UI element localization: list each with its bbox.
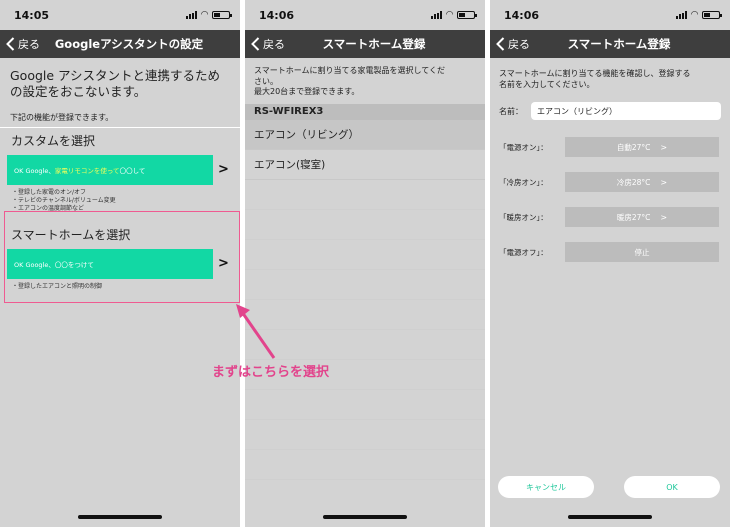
action-row-power-on: 「電源オン」： 自動27°C >	[490, 137, 730, 157]
chevron-right-icon: >	[660, 177, 668, 187]
back-label: 戻る	[263, 38, 285, 51]
back-button[interactable]: 戻る	[6, 30, 40, 58]
note-text: 下記の機能が登録できます。	[0, 100, 240, 128]
battery-icon	[212, 11, 232, 19]
status-time: 14:06	[504, 8, 540, 22]
home-indicator	[78, 515, 162, 519]
name-input[interactable]	[531, 102, 721, 120]
wifi-icon: ◠	[691, 10, 698, 20]
battery-icon	[702, 11, 722, 19]
status-time: 14:05	[14, 8, 50, 22]
action-label: 「暖房オン」：	[499, 213, 548, 222]
home-indicator	[323, 515, 407, 519]
action-label: 「冷房オン」：	[499, 178, 548, 187]
page-title: スマートホーム登録	[322, 37, 426, 51]
wifi-icon: ◠	[201, 10, 208, 20]
back-button[interactable]: 戻る	[251, 30, 285, 58]
action-label: 「電源オフ」：	[499, 248, 548, 257]
status-bar: 14:06 ◠	[490, 0, 730, 30]
home-indicator	[568, 515, 652, 519]
status-bar: 14:06 ◠	[245, 0, 485, 30]
custom-section-title: カスタムを選択	[11, 134, 96, 148]
action-label: 「電源オン」：	[499, 143, 548, 152]
smarthome-register-screen: 14:06 ◠ 戻る スマートホーム登録 スマートホームに割り当てる機能を確認し…	[490, 0, 730, 527]
action-select-button[interactable]: 冷房28°C >	[565, 172, 719, 192]
empty-row	[245, 210, 485, 240]
chevron-left-icon	[6, 37, 15, 51]
status-time: 14:06	[259, 8, 295, 22]
list-item: ・テレビのチャンネル/ボリューム変更	[12, 197, 116, 204]
custom-select-button[interactable]: OK Google、 家電リモコンを使って 〇〇して >	[7, 155, 240, 185]
cancel-button[interactable]: キャンセル	[498, 476, 594, 498]
chevron-left-icon	[496, 37, 505, 51]
list-item[interactable]: エアコン（リビング）	[245, 119, 485, 150]
highlight-frame	[4, 211, 240, 303]
empty-row	[245, 450, 485, 480]
signal-icon	[431, 11, 443, 19]
custom-feature-list: ・登録した家電のオン/オフ ・テレビのチャンネル/ボリューム変更 ・エアコンの温…	[0, 185, 240, 213]
empty-row	[245, 240, 485, 270]
wifi-icon: ◠	[446, 10, 453, 20]
action-select-button[interactable]: 停止	[565, 242, 719, 262]
signal-icon	[186, 11, 198, 19]
description-text: スマートホームに割り当てる家電製品を選択してくだ さい。 最大20台まで登録でき…	[254, 66, 446, 96]
action-row-cool-on: 「冷房オン」： 冷房28°C >	[490, 172, 730, 192]
google-assistant-settings-screen: 14:05 ◠ 戻る Googleアシスタントの設定 Google アシスタント…	[0, 0, 240, 527]
nav-bar: 戻る Googleアシスタントの設定	[0, 30, 240, 58]
empty-row	[245, 270, 485, 300]
chevron-right-icon: >	[660, 142, 668, 152]
nav-bar: 戻る スマートホーム登録	[245, 30, 485, 58]
empty-row	[245, 180, 485, 210]
back-label: 戻る	[508, 38, 530, 51]
list-item: ・登録した家電のオン/オフ	[12, 189, 87, 196]
annotation-arrow-icon	[236, 304, 276, 359]
action-select-button[interactable]: 自動27°C >	[565, 137, 719, 157]
action-row-heat-on: 「暖房オン」： 暖房27°C >	[490, 207, 730, 227]
page-title: Googleアシスタントの設定	[54, 37, 204, 51]
footer-buttons: キャンセル OK	[490, 476, 730, 498]
back-label: 戻る	[18, 38, 40, 51]
empty-row	[245, 390, 485, 420]
annotation-text: まずはこちらを選択	[212, 365, 330, 380]
action-row-power-off: 「電源オフ」： 停止	[490, 242, 730, 262]
empty-row	[245, 420, 485, 450]
device-group-header: RS-WFIREX3	[245, 103, 485, 120]
custom-command-bar: OK Google、 家電リモコンを使って 〇〇して	[7, 155, 213, 185]
battery-icon	[457, 11, 477, 19]
status-bar: 14:05 ◠	[0, 0, 240, 30]
name-label: 名前：	[499, 106, 523, 116]
ok-button[interactable]: OK	[624, 476, 720, 498]
list-item[interactable]: エアコン(寝室)	[245, 150, 485, 180]
nav-bar: 戻る スマートホーム登録	[490, 30, 730, 58]
page-title: スマートホーム登録	[567, 37, 671, 51]
custom-section: カスタムを選択 OK Google、 家電リモコンを使って 〇〇して > ・登録した…	[0, 128, 240, 213]
chevron-right-icon: >	[660, 212, 668, 222]
chevron-left-icon	[251, 37, 260, 51]
chevron-right-icon: >	[218, 162, 229, 177]
action-select-button[interactable]: 暖房27°C >	[565, 207, 719, 227]
intro-text: Google アシスタントと連携するための設定をおこないます。	[10, 68, 221, 99]
signal-icon	[676, 11, 688, 19]
back-button[interactable]: 戻る	[496, 30, 530, 58]
smarthome-device-select-screen: 14:06 ◠ 戻る スマートホーム登録 スマートホームに割り当てる家電製品を選…	[245, 0, 485, 527]
description-text: スマートホームに割り当てる機能を確認し、登録する 名前を入力してください。	[499, 69, 691, 89]
name-row: 名前：	[490, 90, 730, 120]
